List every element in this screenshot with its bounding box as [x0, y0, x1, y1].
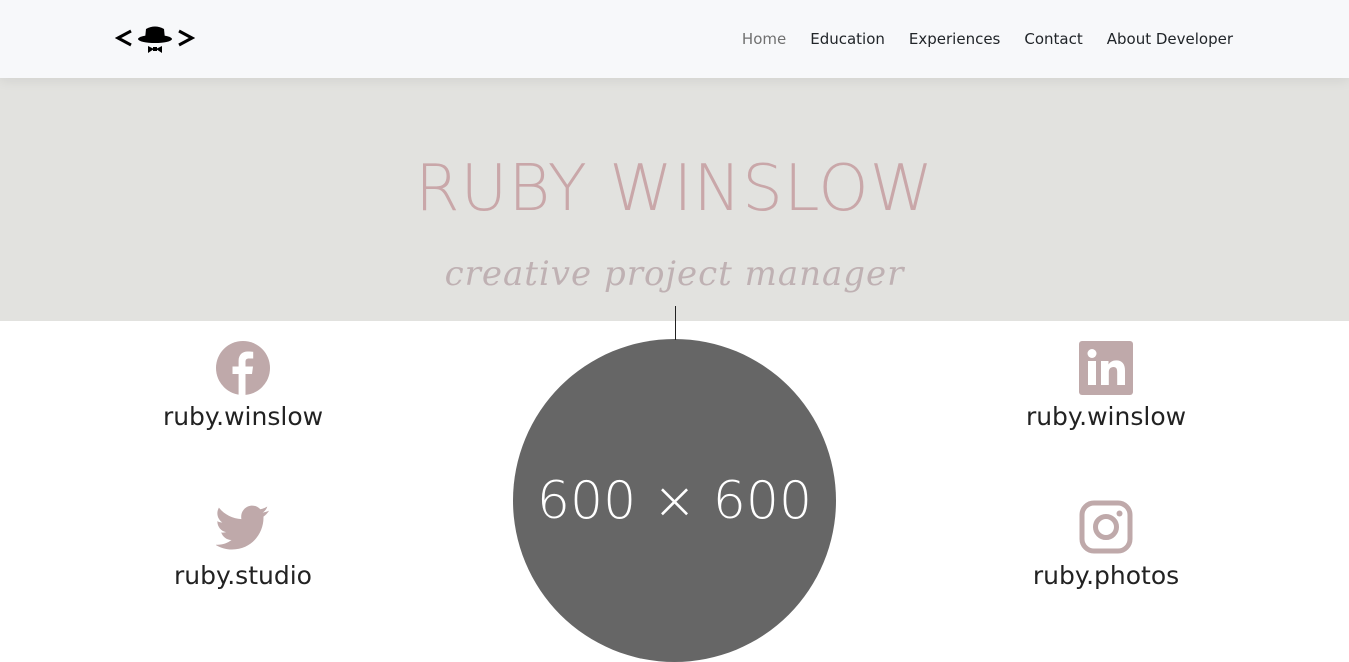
social-linkedin[interactable]: ruby.winslow [976, 341, 1236, 434]
twitter-icon [216, 505, 269, 550]
connector-line [675, 306, 676, 340]
instagram-icon [1079, 500, 1133, 554]
navbar: Home Education Experiences Contact About… [0, 0, 1349, 78]
twitter-handle: ruby.studio [174, 561, 312, 590]
nav-links: Home Education Experiences Contact About… [718, 0, 1233, 78]
nav-contact[interactable]: Contact [1024, 30, 1082, 48]
instagram-handle: ruby.photos [1032, 561, 1180, 590]
social-facebook[interactable]: ruby.winslow [113, 341, 373, 434]
social-instagram[interactable]: ruby.photos [976, 500, 1236, 593]
profile-image-placeholder: 600 × 600 [513, 339, 836, 662]
placeholder-size-label: 600 × 600 [536, 471, 813, 531]
nav-experiences[interactable]: Experiences [909, 30, 1000, 48]
nav-home[interactable]: Home [742, 30, 786, 48]
nav-about-developer[interactable]: About Developer [1107, 30, 1233, 48]
social-twitter[interactable]: ruby.studio [113, 500, 373, 593]
hat-bowtie-logo-icon[interactable] [115, 22, 195, 56]
nav-education[interactable]: Education [810, 30, 885, 48]
hero-subtitle: creative project manager [444, 254, 905, 294]
hero-name: RUBY WINSLOW [415, 152, 934, 226]
hero-banner: RUBY WINSLOW creative project manager [0, 78, 1349, 321]
facebook-icon [216, 341, 270, 395]
linkedin-icon [1079, 341, 1133, 395]
linkedin-handle: ruby.winslow [1025, 402, 1187, 431]
facebook-handle: ruby.winslow [162, 402, 324, 431]
